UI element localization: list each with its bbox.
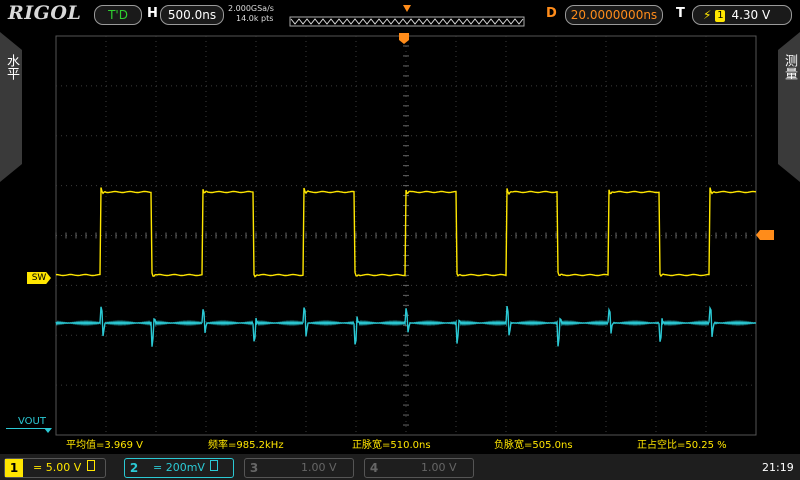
ch4-scale: 1.00 V bbox=[421, 461, 457, 474]
horizontal-menu-tab[interactable]: 水平 bbox=[0, 32, 22, 182]
measurement-average[interactable]: 平均值=3.969 V bbox=[66, 436, 143, 451]
channel-status-bar: 1 = 5.00 V 2 = 200mV 3 1.00 V 4 1.00 V 2… bbox=[0, 454, 800, 480]
trigger-time-marker-icon bbox=[399, 33, 409, 44]
ch1-ground-marker[interactable]: SW bbox=[27, 272, 51, 284]
ch2-bandwidth-icon bbox=[210, 460, 219, 471]
ch3-number: 3 bbox=[249, 461, 259, 475]
trigger-level-marker-icon bbox=[756, 230, 774, 240]
trigger-level-marker bbox=[756, 230, 774, 240]
trigger-time-marker bbox=[399, 33, 409, 44]
measurement-positive-width[interactable]: 正脉宽=510.0ns bbox=[352, 436, 431, 451]
measurement-negative-width[interactable]: 负脉宽=505.0ns bbox=[494, 436, 573, 451]
ch4-number: 4 bbox=[369, 461, 379, 475]
ch2-coupling: = bbox=[153, 461, 163, 474]
ch1-bandwidth-icon bbox=[86, 460, 95, 471]
measurement-positive-duty[interactable]: 正占空比=50.25 % bbox=[637, 436, 727, 451]
ch2-status[interactable]: 2 = 200mV bbox=[124, 458, 234, 478]
ch1-number: 1 bbox=[5, 459, 23, 477]
ch1-waveform-sw bbox=[55, 187, 757, 278]
ch2-scale: 200mV bbox=[165, 461, 205, 474]
ch2-scale-group: = 200mV bbox=[153, 459, 219, 477]
ch4-status[interactable]: 4 1.00 V bbox=[364, 458, 474, 478]
measure-menu-tab[interactable]: 测量 bbox=[778, 32, 800, 182]
waveform-display[interactable] bbox=[0, 0, 800, 480]
ch1-status[interactable]: 1 = 5.00 V bbox=[4, 458, 106, 478]
ch3-status[interactable]: 3 1.00 V bbox=[244, 458, 354, 478]
ch1-scale: 5.00 V bbox=[45, 461, 82, 474]
ch2-label[interactable]: VOUT bbox=[18, 416, 46, 427]
ch2-number: 2 bbox=[129, 461, 139, 475]
ch1-coupling: = bbox=[33, 461, 43, 474]
measurement-frequency[interactable]: 频率=985.2kHz bbox=[208, 436, 284, 451]
measurement-bar: 平均值=3.969 V 频率=985.2kHz 正脉宽=510.0ns 负脉宽=… bbox=[56, 436, 756, 451]
ch2-label-underline bbox=[6, 428, 50, 429]
ch1-scale-group: = 5.00 V bbox=[33, 459, 95, 477]
system-clock: 21:19 bbox=[762, 461, 794, 474]
ch3-scale: 1.00 V bbox=[301, 461, 337, 474]
